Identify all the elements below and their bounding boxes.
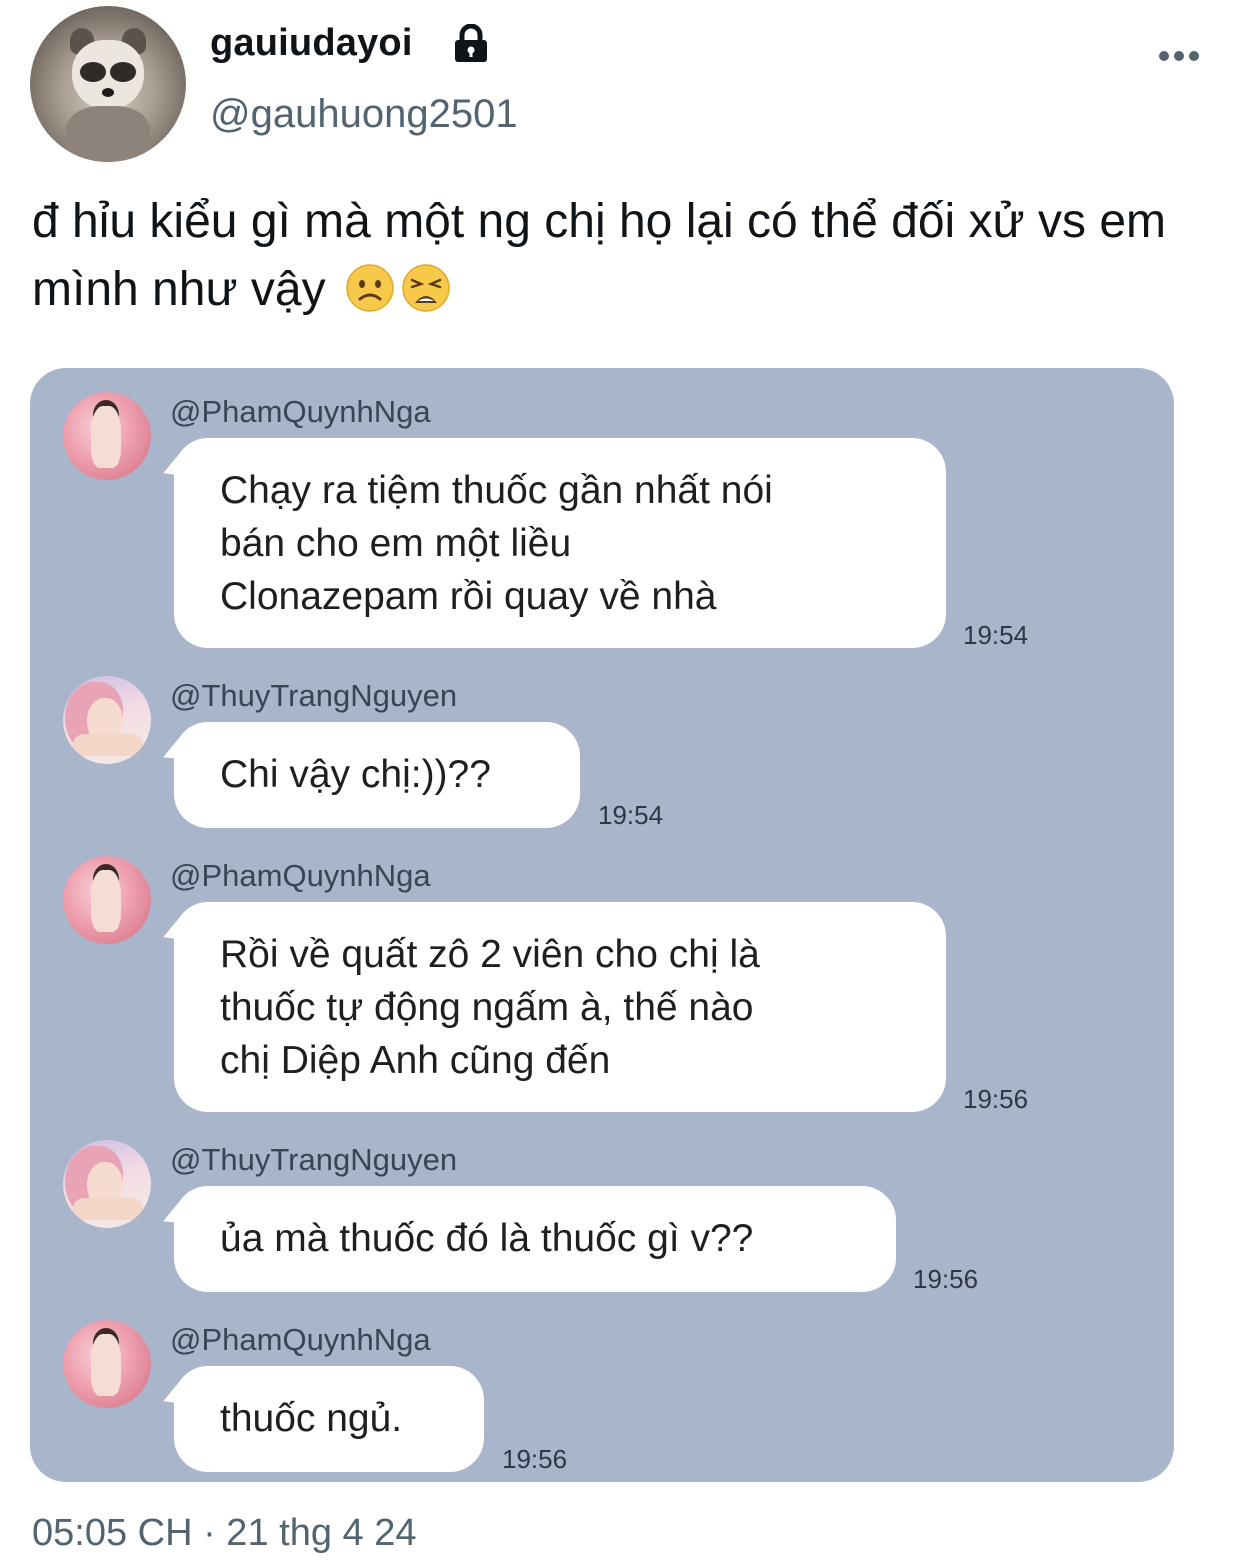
- message-bubble: Chạy ra tiệm thuốc gần nhất nói bán cho …: [174, 438, 946, 648]
- message-bubble: thuốc ngủ.: [174, 1366, 484, 1472]
- sender-name: @ThuyTrangNguyen: [170, 1142, 458, 1177]
- sender-avatar: [63, 392, 151, 480]
- sender-name: @ThuyTrangNguyen: [170, 678, 458, 713]
- raccoon-nose: [102, 88, 114, 97]
- sender-avatar: [63, 856, 151, 944]
- message-bubble: Chi vậy chị:))??: [174, 722, 580, 828]
- sender-avatar: [63, 1140, 151, 1228]
- sender-name: @PhamQuynhNga: [170, 394, 431, 429]
- raccoon-body: [66, 106, 150, 162]
- weary-face-icon: [402, 264, 450, 312]
- tweet-body: đ hỉu kiểu gì mà một ng chị họ lại có th…: [32, 195, 1167, 316]
- sender-avatar: [63, 676, 151, 764]
- lock-icon: [455, 24, 487, 62]
- message-bubble: ủa mà thuốc đó là thuốc gì v??: [174, 1186, 896, 1292]
- sender-name: @PhamQuynhNga: [170, 858, 431, 893]
- tweet-text: đ hỉu kiểu gì mà một ng chị họ lại có th…: [32, 188, 1222, 324]
- message-time: 19:56: [913, 1264, 979, 1294]
- slightly-frowning-face-icon: [346, 264, 394, 312]
- message-text: Chi vậy chị:))??: [220, 753, 491, 796]
- message-time: 19:56: [963, 1084, 1029, 1114]
- more-options-icon[interactable]: [1158, 48, 1200, 64]
- message-bubble: Rồi về quất zô 2 viên cho chị là thuốc t…: [174, 902, 946, 1112]
- tweet-timestamp[interactable]: 05:05 CH · 21 thg 4 24: [32, 1512, 416, 1555]
- profile-avatar[interactable]: [30, 6, 186, 162]
- raccoon-mask: [80, 62, 106, 82]
- message-text: thuốc ngủ.: [220, 1397, 403, 1440]
- user-handle[interactable]: @gauhuong2501: [210, 92, 518, 137]
- message-time: 19:54: [963, 620, 1029, 650]
- message-time: 19:54: [598, 800, 664, 830]
- message-time: 19:56: [502, 1444, 568, 1474]
- raccoon-mask: [110, 62, 136, 82]
- sender-name: @PhamQuynhNga: [170, 1322, 431, 1357]
- chat-screenshot[interactable]: @PhamQuynhNga Chạy ra tiệm thuốc gần nhấ…: [30, 368, 1174, 1482]
- display-name[interactable]: gauiudayoi: [210, 22, 413, 65]
- message-text: Chạy ra tiệm thuốc gần nhất nói bán cho …: [220, 469, 773, 618]
- sender-avatar: [63, 1320, 151, 1408]
- message-text: ủa mà thuốc đó là thuốc gì v??: [220, 1217, 754, 1260]
- message-text: Rồi về quất zô 2 viên cho chị là thuốc t…: [220, 933, 760, 1082]
